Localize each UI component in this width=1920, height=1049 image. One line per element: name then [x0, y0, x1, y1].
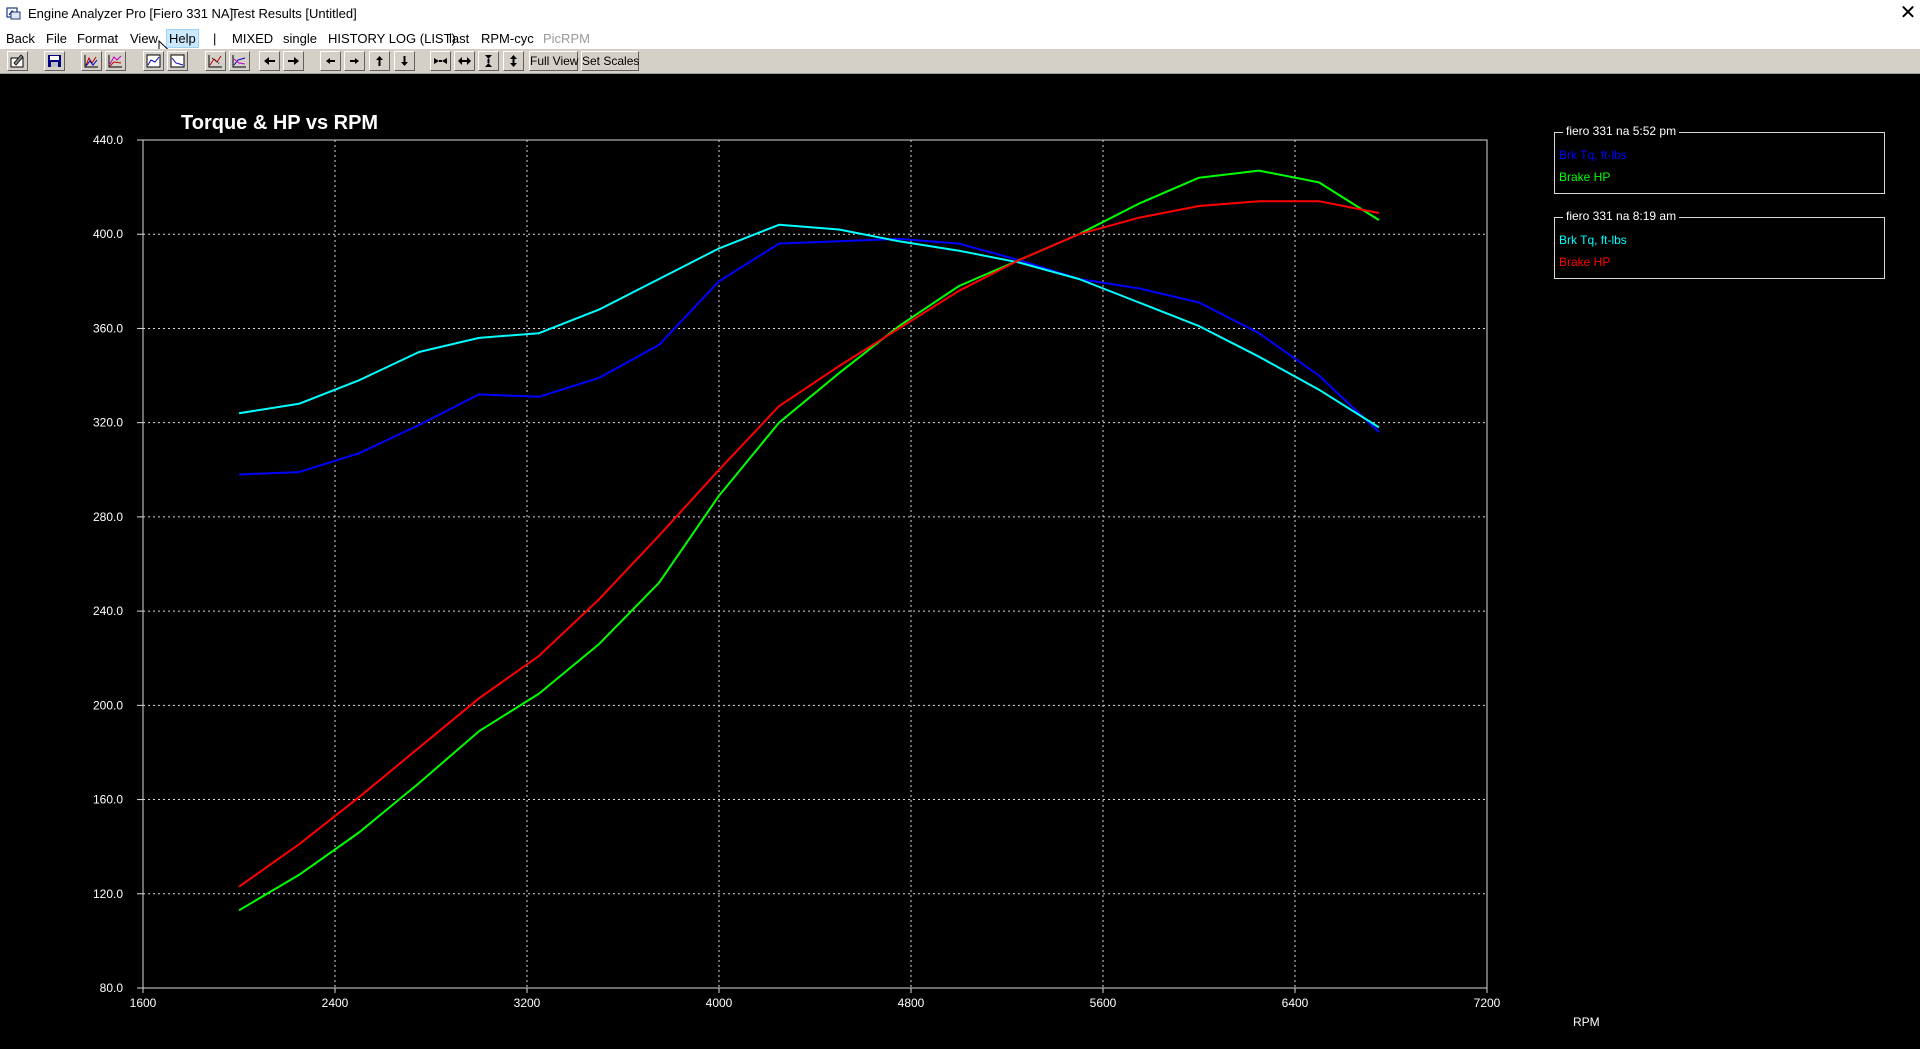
legend-item-hp: Brake HP — [1559, 255, 1611, 269]
menu-bar: Back File Format View Help | MIXED singl… — [0, 27, 1920, 49]
menu-history-log[interactable]: HISTORY LOG (LIST) — [328, 31, 456, 46]
x-tick-label: 2400 — [322, 996, 349, 1010]
y-tick-label: 160.0 — [93, 793, 123, 807]
graph-icon — [84, 55, 98, 68]
menu-help[interactable]: Help — [166, 29, 199, 48]
edit-button[interactable] — [7, 51, 28, 71]
x-tick-label: 1600 — [130, 996, 157, 1010]
menu-rpm-cyc[interactable]: RPM-cyc — [481, 31, 534, 46]
graph-type-5-button[interactable] — [205, 51, 226, 71]
arrow-up-icon — [376, 56, 383, 66]
graph-type-4-button[interactable] — [167, 51, 188, 71]
x-tick-label: 3200 — [514, 996, 541, 1010]
menu-picrpm[interactable]: PicRPM — [543, 31, 590, 46]
graph-type-2-button[interactable] — [105, 51, 126, 71]
menu-file[interactable]: File — [46, 31, 67, 46]
y-tick-label: 280.0 — [93, 510, 123, 524]
graph-type-6-button[interactable] — [229, 51, 250, 71]
series-hp-run-2 — [238, 200, 1380, 888]
legend-item-hp: Brake HP — [1559, 170, 1611, 184]
graph-type-1-button[interactable] — [81, 51, 102, 71]
cursor-left-icon — [264, 57, 275, 65]
x-tick-label: 5600 — [1090, 996, 1117, 1010]
plot-frame — [142, 139, 1488, 989]
toolbar: Full View Set Scales — [0, 49, 1920, 74]
plot-area: 1600 2400 3200 4000 4800 5600 6400 7200 440.0 400… — [0, 75, 1920, 1049]
menu-separator: | — [213, 31, 217, 46]
compress-horizontal-button[interactable] — [430, 51, 451, 71]
chart-title: Torque & HP vs RPM — [181, 112, 378, 134]
graph-icon — [108, 55, 122, 68]
compress-horizontal-icon — [434, 58, 447, 64]
close-icon[interactable]: ✕ — [1898, 1, 1918, 25]
arrow-down-icon — [401, 56, 408, 66]
arrow-right-icon — [350, 58, 359, 64]
scroll-left-button[interactable] — [320, 51, 341, 71]
x-tick-label: 7200 — [1474, 996, 1501, 1010]
y-tick-label: 120.0 — [93, 887, 123, 901]
legend-title: fiero 331 na 5:52 pm — [1563, 124, 1680, 138]
compress-vertical-button[interactable] — [478, 51, 499, 71]
expand-vertical-button[interactable] — [503, 51, 524, 71]
graph-icon — [146, 54, 161, 68]
graph-icon — [232, 55, 246, 68]
expand-vertical-icon — [510, 55, 517, 67]
graph-icon — [208, 55, 222, 68]
cursor-right-button[interactable] — [283, 51, 304, 71]
y-tick-label: 200.0 — [93, 698, 123, 712]
window-title-bar: Engine Analyzer Pro [Fiero 331 NA] Test … — [0, 0, 1920, 27]
menu-back[interactable]: Back — [6, 31, 35, 46]
edit-icon — [10, 54, 24, 68]
y-tick-label: 320.0 — [93, 416, 123, 430]
save-button[interactable] — [44, 51, 65, 71]
save-icon — [48, 55, 61, 67]
legend-run-2: fiero 331 na 8:19 am Brk Tq, ft-lbs Brak… — [1554, 209, 1885, 279]
expand-horizontal-icon — [458, 57, 471, 65]
y-tick-label: 240.0 — [93, 604, 123, 618]
app-icon — [6, 7, 21, 20]
menu-last[interactable]: last — [449, 31, 469, 46]
cursor-right-icon — [288, 57, 299, 65]
expand-horizontal-button[interactable] — [454, 51, 475, 71]
y-tick-label: 80.0 — [100, 981, 124, 995]
graph-icon — [170, 54, 185, 68]
arrow-left-icon — [326, 58, 335, 64]
cursor-left-button[interactable] — [259, 51, 280, 71]
x-tick-label: 4800 — [898, 996, 925, 1010]
legend-item-torque: Brk Tq, ft-lbs — [1559, 233, 1627, 247]
x-tick-label: 4000 — [706, 996, 733, 1010]
x-axis-label: RPM — [1573, 1015, 1600, 1029]
menu-format[interactable]: Format — [77, 31, 118, 46]
full-view-button[interactable]: Full View — [529, 51, 578, 71]
scroll-down-button[interactable] — [394, 51, 415, 71]
scroll-right-button[interactable] — [344, 51, 365, 71]
menu-mixed[interactable]: MIXED — [232, 31, 273, 46]
legend-run-1: fiero 331 na 5:52 pm Brk Tq, ft-lbs Brak… — [1554, 124, 1885, 194]
menu-single[interactable]: single — [283, 31, 317, 46]
graph-type-3-button[interactable] — [143, 51, 164, 71]
legend-item-torque: Brk Tq, ft-lbs — [1559, 148, 1627, 162]
y-tick-label: 400.0 — [93, 227, 123, 241]
chart-labels: 1600 2400 3200 4000 4800 5600 6400 7200 440.0 400… — [93, 133, 1501, 1010]
x-tick-label: 6400 — [1282, 996, 1309, 1010]
legend-title: fiero 331 na 8:19 am — [1563, 209, 1680, 223]
scroll-up-button[interactable] — [369, 51, 390, 71]
y-tick-label: 360.0 — [93, 321, 123, 335]
set-scales-button[interactable]: Set Scales — [581, 51, 639, 71]
compress-vertical-icon — [485, 55, 492, 67]
chart-grid — [143, 140, 1487, 988]
y-tick-label: 440.0 — [93, 133, 123, 147]
menu-view[interactable]: View — [130, 31, 158, 46]
chart-axes — [137, 139, 1488, 993]
window-title: Engine Analyzer Pro [Fiero 331 NA] — [28, 6, 234, 21]
document-title: Test Results [Untitled] — [231, 6, 357, 21]
